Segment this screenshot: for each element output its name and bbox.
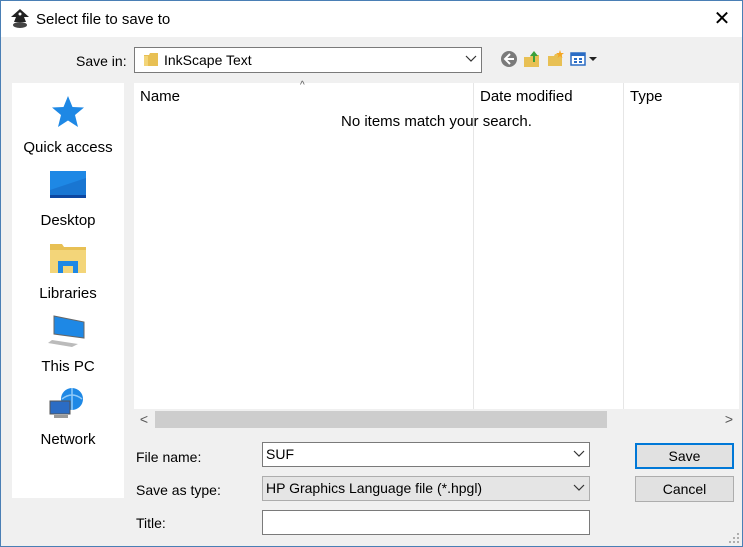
place-label: Libraries (39, 285, 97, 302)
place-label: Quick access (23, 139, 113, 156)
network-icon (49, 388, 83, 418)
star-icon (52, 96, 84, 127)
column-divider[interactable] (623, 83, 624, 409)
save-in-value: InkScape Text (164, 52, 252, 68)
sort-ascending-icon: ^ (300, 80, 305, 91)
file-name-label: File name: (136, 449, 202, 465)
save-type-value: HP Graphics Language file (*.hpgl) (266, 480, 483, 496)
place-desktop[interactable]: Desktop (12, 168, 124, 238)
file-name-value: SUF (266, 446, 294, 462)
new-folder-icon[interactable] (546, 49, 566, 69)
column-header-type[interactable]: Type (630, 88, 663, 105)
save-button[interactable]: Save (635, 443, 734, 469)
horizontal-scrollbar[interactable]: < > (134, 409, 739, 430)
close-icon[interactable]: ✕ (707, 5, 737, 33)
chevron-down-icon[interactable] (573, 480, 585, 496)
title-label: Title: (136, 515, 166, 531)
chevron-down-icon[interactable] (573, 446, 585, 462)
title-field[interactable] (262, 510, 590, 535)
scroll-thumb[interactable] (155, 411, 607, 428)
place-network[interactable]: Network (12, 387, 124, 457)
back-icon[interactable] (499, 49, 519, 69)
column-header-name[interactable]: Name (140, 88, 180, 105)
place-libraries[interactable]: Libraries (12, 241, 124, 311)
chevron-down-icon[interactable] (465, 51, 477, 67)
scroll-right-icon[interactable]: > (719, 409, 739, 430)
file-list[interactable]: Name ^ Date modified Type No items match… (134, 80, 739, 430)
empty-message: No items match your search. (341, 113, 532, 130)
resize-grip-icon[interactable] (728, 532, 740, 544)
view-menu-icon[interactable] (570, 49, 598, 69)
libraries-icon (50, 244, 86, 273)
dialog-title: Select file to save to (36, 11, 171, 28)
save-type-dropdown[interactable]: HP Graphics Language file (*.hpgl) (262, 476, 590, 501)
place-label: Desktop (40, 212, 96, 229)
save-in-label: Save in: (76, 53, 127, 69)
save-in-dropdown[interactable]: InkScape Text (134, 47, 482, 73)
scroll-left-icon[interactable]: < (134, 409, 154, 430)
place-this-pc[interactable]: This PC (12, 314, 124, 384)
places-bar: Quick access Desktop Libraries This PC N… (12, 83, 124, 498)
computer-icon (48, 315, 85, 347)
place-label: This PC (41, 358, 95, 375)
column-header-date-modified[interactable]: Date modified (480, 88, 573, 105)
place-label: Network (40, 431, 96, 448)
up-folder-icon[interactable] (522, 49, 542, 69)
cancel-button[interactable]: Cancel (635, 476, 734, 502)
place-quick-access[interactable]: Quick access (12, 95, 124, 165)
title-bar: Select file to save to ✕ (1, 1, 742, 37)
desktop-icon (50, 171, 86, 198)
column-divider[interactable] (473, 83, 474, 409)
save-dialog: Select file to save to ✕ Save in: InkSca… (0, 0, 743, 547)
folder-icon (144, 53, 158, 66)
save-type-label: Save as type: (136, 482, 221, 498)
inkscape-app-icon (11, 9, 29, 28)
file-name-field[interactable]: SUF (262, 442, 590, 467)
